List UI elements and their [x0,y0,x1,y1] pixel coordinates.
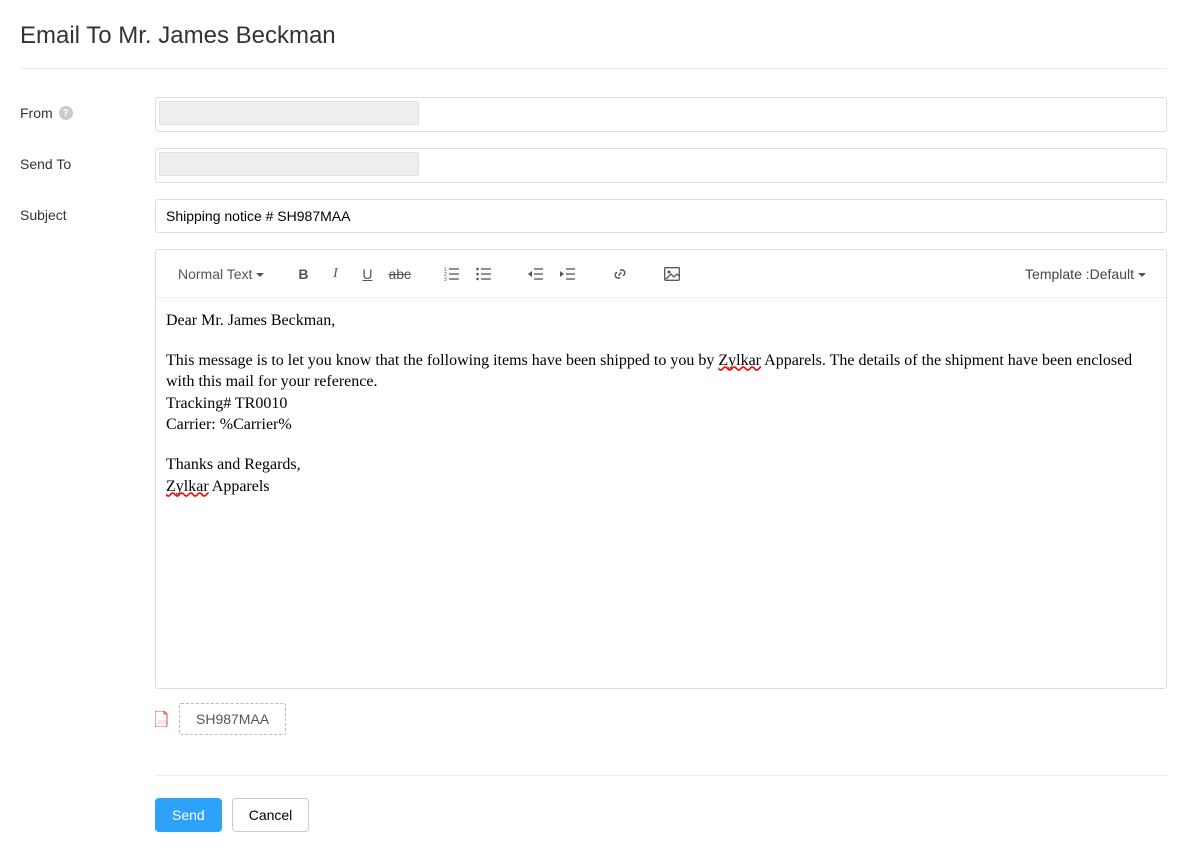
send-button[interactable]: Send [155,798,222,832]
body-tracking: Tracking# TR0010 [166,395,287,412]
unordered-list-button[interactable] [469,259,499,289]
page-title: Email To Mr. James Beckman [20,22,1167,50]
ordered-list-button[interactable]: 123 [437,259,467,289]
body-greeting: Dear Mr. James Beckman, [166,312,335,329]
image-button[interactable] [657,259,687,289]
body-carrier: Carrier: %Carrier% [166,416,292,433]
text-style-label: Normal Text [178,266,252,282]
footer-actions: Send Cancel [155,775,1167,832]
cancel-button-label: Cancel [249,807,293,823]
send-button-label: Send [172,807,205,823]
subject-input[interactable] [155,199,1167,233]
label-from: From [20,105,53,121]
cancel-button[interactable]: Cancel [232,798,310,832]
bold-button[interactable]: B [288,259,318,289]
editor: Normal Text B I U abc 123 [155,249,1167,689]
italic-button[interactable]: I [320,259,350,289]
text-style-dropdown[interactable]: Normal Text [174,259,266,289]
from-input[interactable] [155,97,1167,132]
pdf-icon [155,711,169,727]
body-company: Zylkar [718,352,761,369]
link-button[interactable] [605,259,635,289]
body-sign-company: Zylkar [166,478,209,495]
editor-body[interactable]: Dear Mr. James Beckman, This message is … [156,298,1166,688]
row-subject: Subject [20,199,1167,233]
template-label-prefix: Template : [1025,266,1090,282]
row-from: From ? [20,97,1167,132]
attachments: SH987MAA [155,689,1167,745]
body-closing: Thanks and Regards, [166,456,301,473]
svg-text:3: 3 [444,277,447,281]
strikethrough-button[interactable]: abc [384,259,415,289]
body-line1a: This message is to let you know that the… [166,352,718,369]
editor-toolbar: Normal Text B I U abc 123 [156,250,1166,298]
help-icon[interactable]: ? [59,106,73,120]
label-subject: Subject [20,207,67,223]
row-send-to: Send To [20,148,1167,183]
underline-button[interactable]: U [352,259,382,289]
template-dropdown[interactable]: Template : Default [1021,259,1148,289]
from-chip[interactable] [159,101,419,125]
template-value: Default [1090,266,1134,282]
body-sign-rest: Apparels [209,478,270,495]
outdent-button[interactable] [521,259,551,289]
send-to-input[interactable] [155,148,1167,183]
attachment-name: SH987MAA [196,711,269,727]
send-to-chip[interactable] [159,152,419,176]
indent-button[interactable] [553,259,583,289]
attachment-chip[interactable]: SH987MAA [179,703,286,735]
page-header: Email To Mr. James Beckman [20,0,1167,69]
label-send-to: Send To [20,156,71,172]
